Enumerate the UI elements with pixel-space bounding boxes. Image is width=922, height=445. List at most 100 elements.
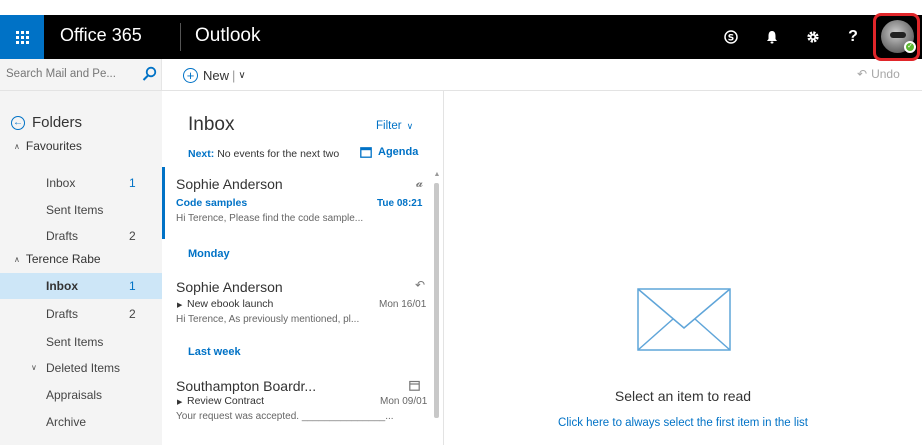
reply-icon: ↶ (415, 278, 426, 292)
search-icon[interactable] (142, 66, 157, 82)
back-arrow-icon: ← (11, 115, 25, 130)
message-subject: Code samples (176, 197, 248, 209)
fav-item-sent[interactable]: Sent Items (0, 197, 162, 223)
filter-button[interactable]: Filter ∨ (376, 120, 413, 132)
folder-label: Inbox (46, 176, 76, 190)
chevron-up-icon: ∧ (14, 141, 20, 151)
group-header-monday: Monday (188, 248, 230, 260)
unread-count: 1 (129, 279, 136, 293)
message-item[interactable]: Sophie Anderson ↶ ▶ New ebook launch Mon… (162, 269, 432, 339)
favourites-group[interactable]: ∧ Favourites (14, 139, 82, 153)
draft-count: 2 (129, 229, 136, 243)
account-group[interactable]: ∧ Terence Rabe (14, 252, 101, 266)
message-preview: Hi Terence, As previously mentioned, pl.… (176, 314, 360, 325)
message-date: Mon 09/01 (380, 396, 428, 407)
header-divider (180, 23, 181, 51)
message-item[interactable]: Southampton Boardr... ▶ Review Contract … (162, 368, 432, 438)
folder-item-deleted[interactable]: ∨ Deleted Items (0, 355, 162, 381)
folder-label: Drafts (46, 229, 79, 243)
search-input[interactable]: Search Mail and Pe... (6, 68, 116, 80)
expand-thread-icon[interactable]: ▶ (177, 301, 182, 309)
account-button[interactable]: ✓ (873, 13, 920, 61)
folders-header[interactable]: ← Folders (11, 114, 82, 131)
folder-pane: ← Folders ∧ Favourites Inbox 1 Sent Item… (0, 91, 162, 445)
folder-label: Appraisals (46, 388, 103, 402)
chevron-down-icon[interactable]: ∨ (31, 363, 37, 372)
next-label: Next: (188, 148, 215, 160)
folder-item-sent[interactable]: Sent Items (0, 329, 162, 355)
next-events-line: Next: No events for the next two (188, 148, 339, 160)
new-message-button[interactable]: + New | ∨ (183, 65, 246, 85)
reading-placeholder-title: Select an item to read (614, 388, 752, 404)
office365-brand[interactable]: Office 365 (60, 25, 142, 46)
help-button[interactable]: ? (833, 15, 873, 59)
help-icon: ? (848, 28, 858, 45)
svg-text:S: S (728, 34, 734, 44)
folder-label: Sent Items (46, 203, 104, 217)
folder-label: Archive (46, 415, 87, 429)
undo-button[interactable]: ↶ Undo (857, 67, 900, 81)
chevron-down-icon[interactable]: ∨ (238, 70, 245, 81)
chevron-down-icon: ∨ (406, 121, 414, 131)
folder-label: Deleted Items (46, 361, 121, 375)
agenda-label: Agenda (378, 146, 419, 158)
draft-count: 2 (129, 307, 136, 321)
presence-available-icon: ✓ (904, 41, 916, 53)
fav-item-drafts[interactable]: Drafts 2 (0, 223, 162, 249)
scrollbar-thumb[interactable] (434, 183, 439, 418)
sender-name: Sophie Anderson (176, 279, 283, 295)
sender-name: Sophie Anderson (176, 176, 283, 192)
message-date: Mon 16/01 (379, 299, 427, 310)
group-header-last-week: Last week (188, 346, 241, 358)
list-scrollbar[interactable]: ▲ (433, 171, 441, 445)
app-launcher-button[interactable] (0, 15, 44, 59)
calendar-icon (360, 147, 372, 158)
notifications-button[interactable] (752, 15, 792, 59)
undo-label: Undo (871, 67, 900, 81)
envelope-icon (637, 288, 731, 351)
folder-item-appraisals[interactable]: Appraisals (0, 382, 162, 408)
split-divider: | (232, 67, 236, 83)
sender-name: Southampton Boardr... (176, 378, 317, 394)
folder-item-archive[interactable]: Archive (0, 409, 162, 435)
folder-label: Sent Items (46, 335, 104, 349)
skype-icon: S (724, 30, 738, 44)
list-title: Inbox (188, 114, 235, 135)
gear-icon (807, 31, 819, 43)
waffle-icon (15, 30, 29, 44)
message-item[interactable]: Sophie Anderson 𝓪 Code samples Tue 08:21… (162, 167, 432, 239)
message-preview: Your request was accepted. _____________… (176, 411, 394, 422)
expand-thread-icon[interactable]: ▶ (177, 398, 182, 406)
new-label: New (203, 67, 230, 83)
fav-item-inbox[interactable]: Inbox 1 (0, 170, 162, 196)
folder-label: Drafts (46, 307, 79, 321)
agenda-button[interactable]: Agenda (360, 146, 418, 158)
message-list: Inbox Filter ∨ Next: No events for the ne… (162, 91, 444, 445)
folder-item-inbox[interactable]: Inbox 1 (0, 273, 162, 299)
bell-icon (767, 31, 777, 44)
meeting-response-icon (409, 380, 420, 391)
message-subject: New ebook launch (187, 298, 274, 310)
undo-icon: ↶ (857, 67, 868, 81)
account-label: Terence Rabe (25, 252, 101, 266)
scroll-up-icon[interactable]: ▲ (433, 171, 441, 179)
folder-item-drafts[interactable]: Drafts 2 (0, 301, 162, 327)
settings-button[interactable] (793, 15, 833, 59)
plus-circle-icon: + (183, 67, 198, 83)
chevron-up-icon: ∧ (14, 254, 20, 264)
favourites-label: Favourites (25, 139, 82, 153)
select-first-item-link[interactable]: Click here to always select the first it… (444, 417, 922, 429)
search-box[interactable]: Search Mail and Pe... (0, 59, 162, 90)
next-events-text: No events for the next two (217, 148, 340, 160)
message-date: Tue 08:21 (377, 198, 423, 209)
attachment-icon: 𝓪 (416, 176, 424, 190)
skype-button[interactable]: S (711, 15, 751, 59)
filter-label: Filter (376, 120, 402, 132)
message-subject: Review Contract (187, 395, 265, 407)
folder-label: Inbox (46, 279, 78, 293)
reading-pane: Select an item to read Click here to alw… (444, 91, 922, 445)
app-title[interactable]: Outlook (195, 25, 260, 47)
message-preview: Hi Terence, Please find the code sample.… (176, 213, 364, 224)
unread-count: 1 (129, 176, 136, 190)
folders-title: Folders (32, 114, 83, 131)
